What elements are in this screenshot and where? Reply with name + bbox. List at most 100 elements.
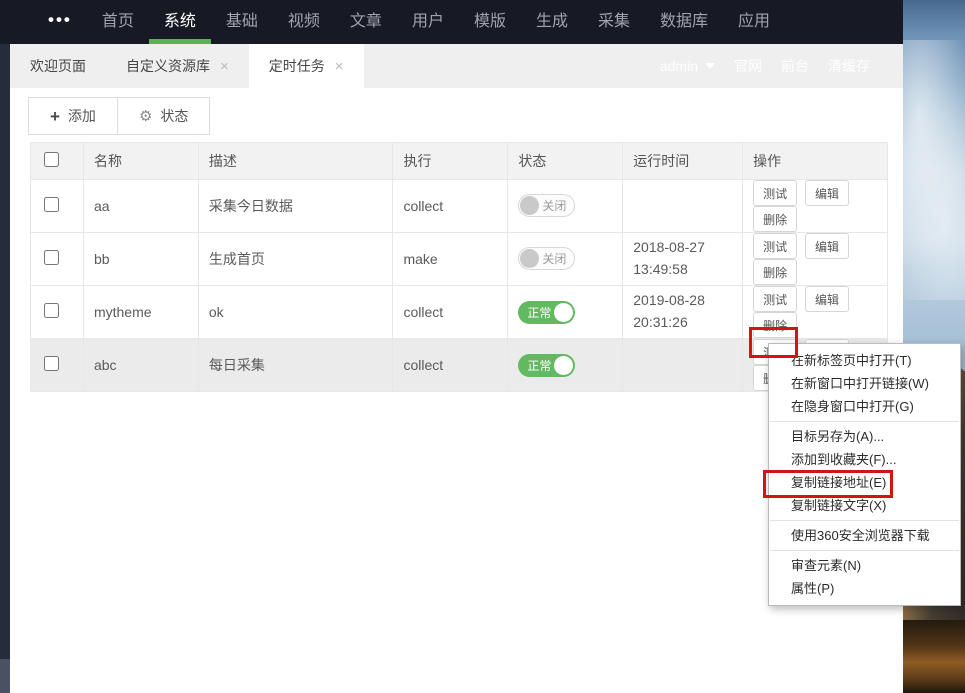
nav-item[interactable]: 首页 <box>87 0 149 44</box>
cell-runtime: 2019-08-28 20:31:26 <box>622 285 744 339</box>
edit-button[interactable]: 编辑 <box>805 180 850 206</box>
cell-exec: collect <box>392 338 509 392</box>
user-link[interactable]: 前台 <box>781 56 809 76</box>
admin-dropdown[interactable]: admin <box>660 58 715 74</box>
header-actions: 操作 <box>742 142 888 180</box>
tabs: 欢迎页面 自定义资源库 × 定时任务 × <box>10 44 364 88</box>
row-checkbox[interactable] <box>44 356 59 371</box>
delete-button[interactable]: 删除 <box>753 206 798 232</box>
test-button[interactable]: 测试 <box>753 286 798 312</box>
tab-label: 定时任务 <box>268 58 325 74</box>
tab[interactable]: 定时任务 × <box>248 44 364 88</box>
top-navbar: ••• 首页 系统 基础 视频 文章 用户 模版 生成 采集 数据库 应用 <box>0 0 903 44</box>
cell-actions: 测试 编辑 删除 <box>742 179 888 233</box>
cell-runtime: 2018-08-27 13:49:58 <box>622 232 744 286</box>
status-toggle-label: 关闭 <box>542 199 567 213</box>
nav-items: 首页 系统 基础 视频 文章 用户 模版 生成 采集 数据库 应用 <box>87 0 785 44</box>
context-menu-item[interactable]: 属性(P) <box>769 577 960 600</box>
add-button[interactable]: + 添加 <box>28 97 118 135</box>
cell-runtime <box>622 338 744 392</box>
nav-item[interactable]: 视频 <box>273 0 335 44</box>
user-links: 官网 前台 清缓存 <box>734 56 870 76</box>
cell-desc: 生成首页 <box>197 232 394 286</box>
select-all-checkbox[interactable] <box>44 152 59 167</box>
context-menu-item[interactable]: 使用360安全浏览器下载 <box>769 524 960 547</box>
context-menu-separator <box>770 550 959 551</box>
tab[interactable]: 欢迎页面 <box>10 44 106 88</box>
cell-exec: collect <box>392 179 509 233</box>
left-sidebar-strip-bottom <box>0 659 10 693</box>
test-button[interactable]: 测试 <box>753 233 798 259</box>
header-desc: 描述 <box>197 142 394 180</box>
context-menu-item[interactable]: 目标另存为(A)... <box>769 425 960 448</box>
user-link[interactable]: 清缓存 <box>828 56 870 76</box>
header-exec: 执行 <box>392 142 509 180</box>
header-name: 名称 <box>82 142 199 180</box>
edit-button[interactable]: 编辑 <box>805 286 850 312</box>
row-checkbox[interactable] <box>44 303 59 318</box>
row-checkbox[interactable] <box>44 250 59 265</box>
context-menu-item[interactable]: 在隐身窗口中打开(G) <box>769 395 960 418</box>
cell-name: mytheme <box>82 285 199 339</box>
context-menu-separator <box>770 520 959 521</box>
caret-down-icon <box>705 63 715 69</box>
context-menu-item[interactable]: 添加到收藏夹(F)... <box>769 448 960 471</box>
close-tab-icon[interactable]: × <box>335 59 344 74</box>
context-menu-separator <box>770 421 959 422</box>
nav-item[interactable]: 基础 <box>211 0 273 44</box>
admin-username: admin <box>659 58 698 74</box>
nav-item[interactable]: 采集 <box>583 0 645 44</box>
header-runtime: 运行时间 <box>622 142 744 180</box>
cell-name: bb <box>82 232 199 286</box>
header-status: 状态 <box>507 142 624 180</box>
delete-button[interactable]: 删除 <box>753 259 798 285</box>
plus-icon: + <box>50 106 60 126</box>
status-toggle[interactable]: 关闭 <box>518 247 576 270</box>
context-menu-item[interactable]: 在新窗口中打开链接(W) <box>769 372 960 395</box>
more-icon[interactable]: ••• <box>33 0 87 44</box>
tab-label: 欢迎页面 <box>30 58 86 74</box>
add-button-label: 添加 <box>67 108 96 124</box>
cell-desc: 采集今日数据 <box>197 179 394 233</box>
cell-desc: ok <box>197 285 394 339</box>
toggle-knob <box>520 196 540 215</box>
status-toggle[interactable]: 正常 <box>518 300 576 324</box>
toggle-knob <box>554 355 574 375</box>
status-toggle-label: 正常 <box>527 305 552 320</box>
highlight-box-test-button <box>749 327 798 358</box>
nav-item[interactable]: 用户 <box>397 0 459 44</box>
test-button[interactable]: 测试 <box>753 180 798 206</box>
cell-exec: make <box>392 232 509 286</box>
nav-item[interactable]: 生成 <box>521 0 583 44</box>
row-checkbox[interactable] <box>44 197 59 212</box>
table-header-row: 名称 描述 执行 状态 运行时间 操作 <box>30 142 888 180</box>
table-row: aa 采集今日数据 collect 关闭 测试 编辑 删除 <box>30 179 888 233</box>
status-toggle[interactable]: 关闭 <box>518 194 576 217</box>
nav-item[interactable]: 应用 <box>723 0 785 44</box>
cell-name: abc <box>82 338 199 392</box>
cell-runtime <box>622 179 744 233</box>
edit-button[interactable]: 编辑 <box>805 233 850 259</box>
status-button[interactable]: ⚙ 状态 <box>116 97 211 135</box>
cell-name: aa <box>82 179 199 233</box>
close-tab-icon[interactable]: × <box>220 59 229 74</box>
tab[interactable]: 自定义资源库 × <box>106 44 249 88</box>
toggle-knob <box>520 249 540 268</box>
gear-icon: ⚙ <box>138 107 153 125</box>
toolbar: + 添加 ⚙ 状态 <box>28 97 211 135</box>
status-toggle[interactable]: 正常 <box>518 353 576 377</box>
tab-label: 自定义资源库 <box>126 58 210 74</box>
nav-item[interactable]: 数据库 <box>645 0 723 44</box>
table-row: bb 生成首页 make 关闭 2018-08-27 13:49:58 测试 编… <box>30 232 888 286</box>
nav-item[interactable]: 模版 <box>459 0 521 44</box>
cell-desc: 每日采集 <box>197 338 394 392</box>
tab-bar: 欢迎页面 自定义资源库 × 定时任务 × admin 官网 前台 清缓存 <box>10 44 903 88</box>
nav-item[interactable]: 文章 <box>335 0 397 44</box>
status-toggle-label: 正常 <box>527 358 552 373</box>
highlight-box-copy-link-address <box>763 470 893 498</box>
cell-exec: collect <box>392 285 509 339</box>
cell-actions: 测试 编辑 删除 <box>742 232 888 286</box>
user-link[interactable]: 官网 <box>734 56 762 76</box>
nav-item[interactable]: 系统 <box>148 0 211 44</box>
context-menu-item[interactable]: 审查元素(N) <box>769 554 960 577</box>
